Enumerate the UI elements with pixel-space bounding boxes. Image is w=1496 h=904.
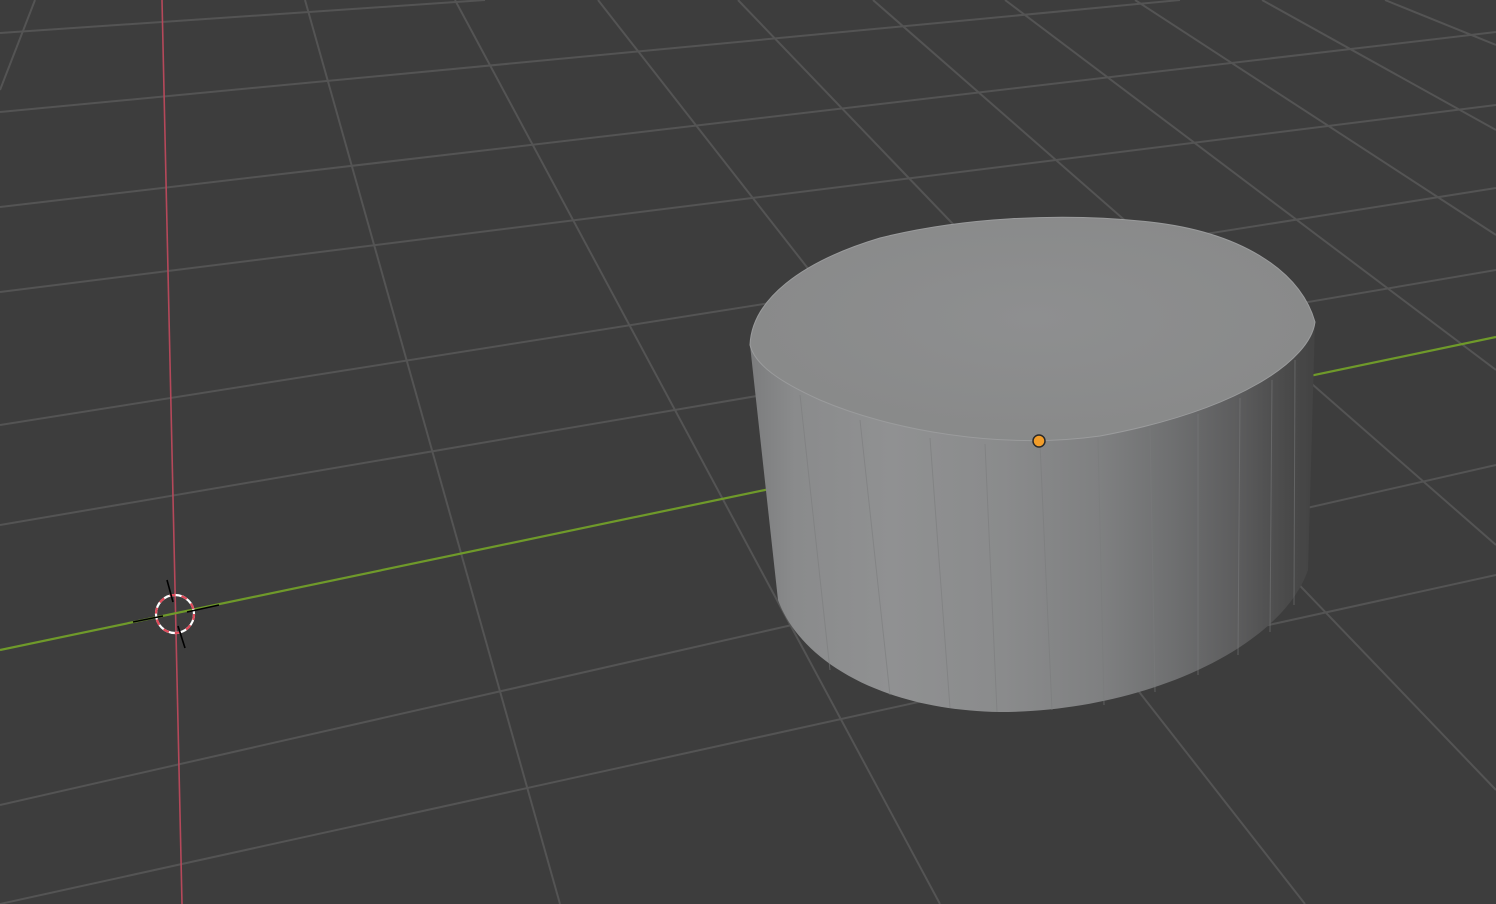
grid-line (1134, 0, 1496, 236)
cylinder-object[interactable] (749, 216, 1316, 713)
viewport-scene[interactable] (0, 0, 1496, 904)
grid-line (1261, 0, 1496, 131)
grid-line (0, 0, 36, 91)
grid-line (0, 0, 1181, 113)
grid-line (0, 574, 1496, 904)
grid-line (0, 31, 1496, 208)
3d-viewport[interactable] (0, 0, 1496, 904)
object-origin-dot[interactable] (1032, 434, 1046, 448)
grid-line (0, 0, 486, 34)
